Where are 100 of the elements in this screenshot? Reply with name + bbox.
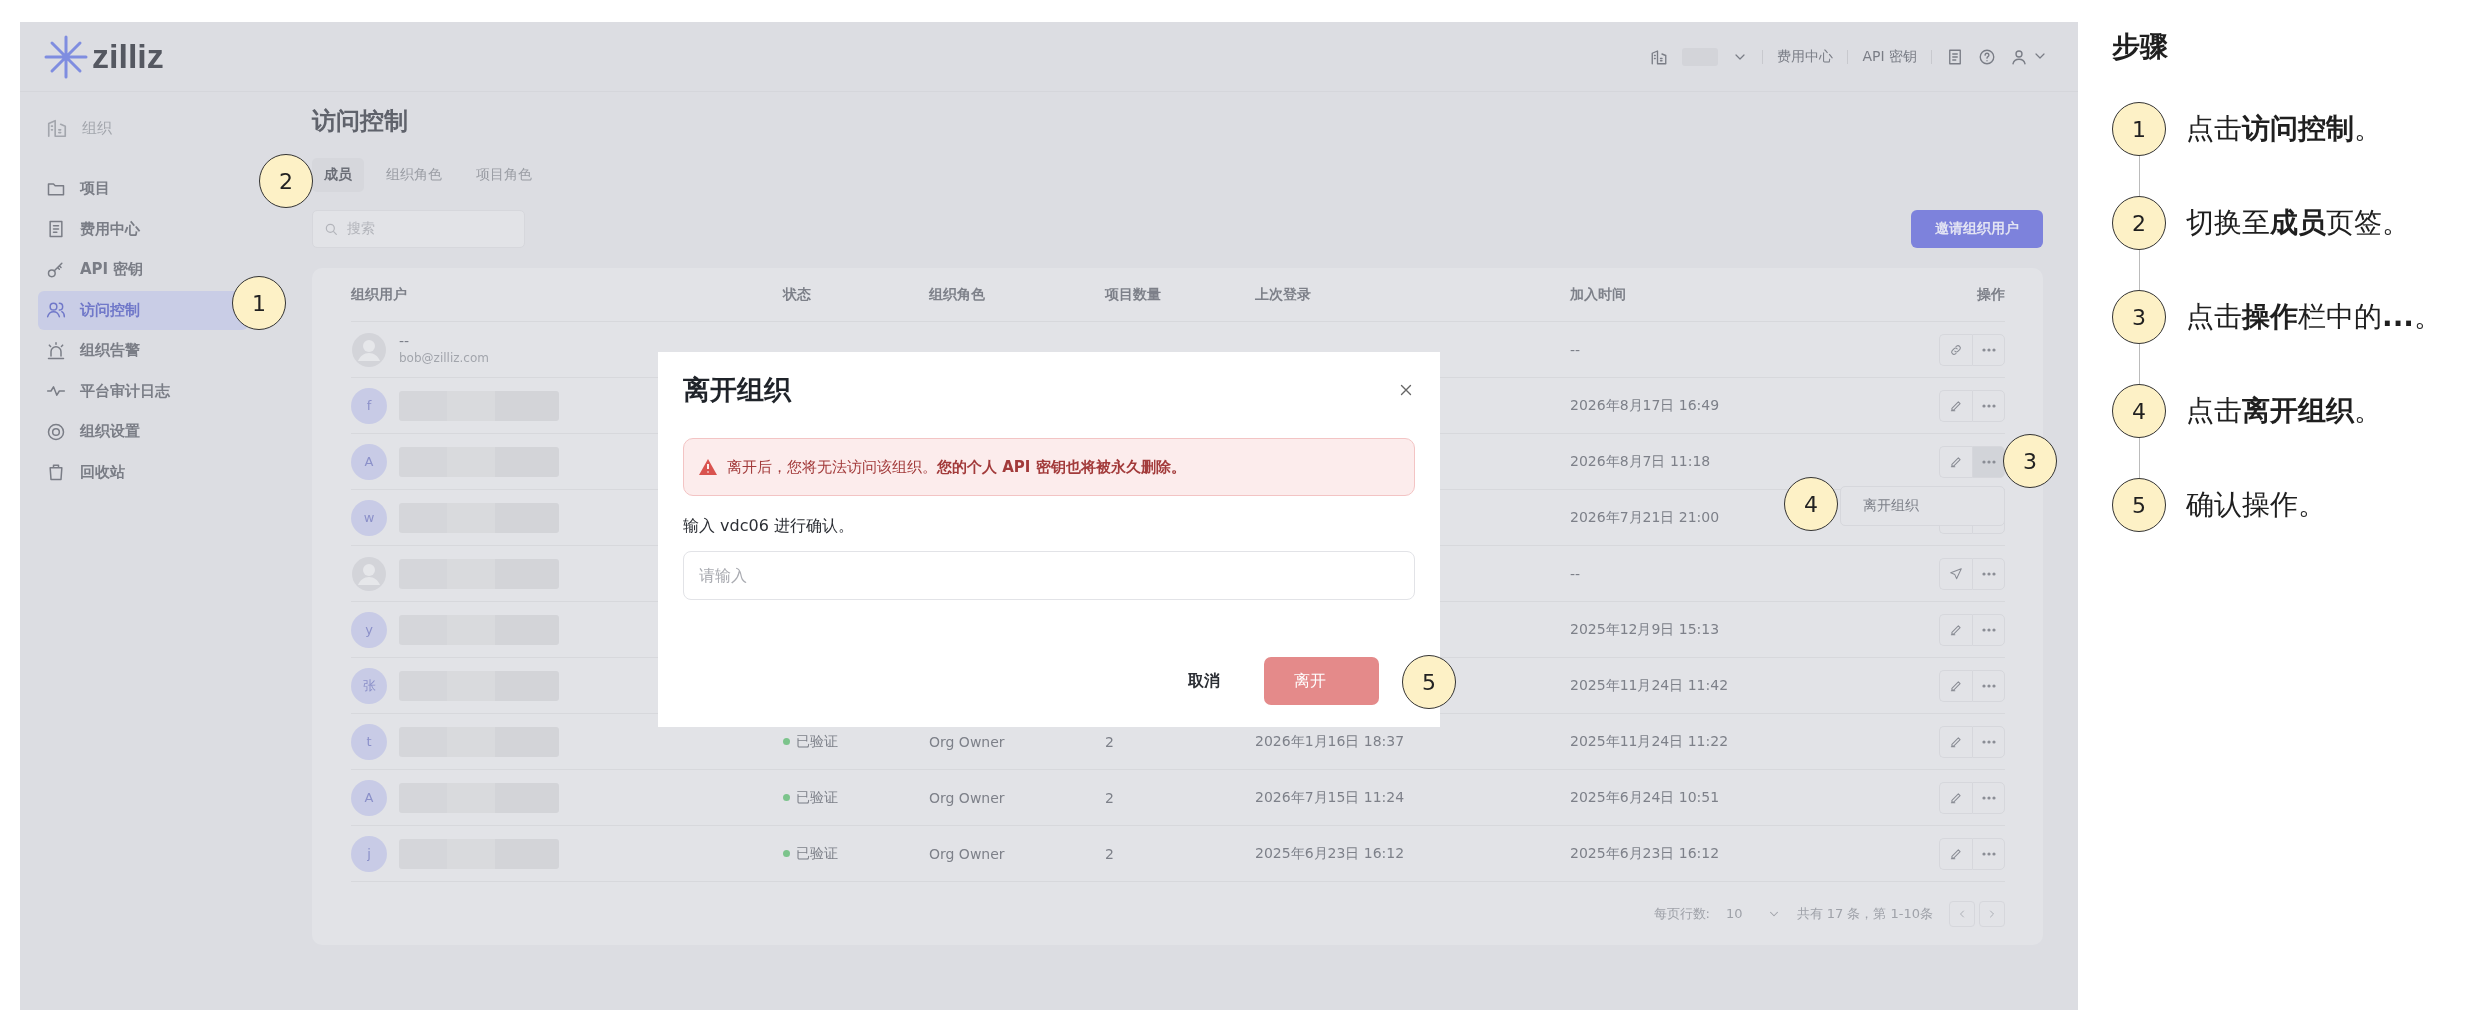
alert-text: 离开后，您将无法访问该组织。您的个人 API 密钥也将被永久删除。 bbox=[727, 457, 1186, 477]
table-cell-text: 2025年12月9日 15:13 bbox=[1570, 620, 1721, 639]
more-button[interactable] bbox=[1972, 333, 2005, 366]
step-number-badge: 5 bbox=[2112, 478, 2166, 532]
pencil-button[interactable] bbox=[1939, 837, 1972, 870]
more-button[interactable] bbox=[1972, 613, 2005, 646]
siren-icon bbox=[46, 340, 66, 361]
status-text: 已验证 bbox=[796, 788, 838, 807]
building-icon bbox=[1650, 47, 1669, 66]
cancel-button[interactable]: 取消 bbox=[1174, 660, 1234, 702]
more-button[interactable] bbox=[1972, 781, 2005, 814]
table-cell-text: 2025年11月24日 11:22 bbox=[1570, 732, 1730, 751]
pencil-button[interactable] bbox=[1939, 725, 1972, 758]
column-header: 组织用户 bbox=[351, 285, 408, 304]
table-cell-text: 2 bbox=[1105, 845, 1115, 862]
table-cell-text: 2026年7月21日 21:00 bbox=[1570, 508, 1721, 527]
document-icon[interactable] bbox=[1946, 47, 1964, 66]
user-email: bob@zilliz.com bbox=[399, 349, 489, 367]
column-header: 加入时间 bbox=[1570, 285, 1627, 304]
step-number-badge: 2 bbox=[2112, 196, 2166, 250]
table-cell-text: -- bbox=[1570, 565, 1582, 582]
more-dots-icon bbox=[1981, 403, 1996, 408]
more-button[interactable] bbox=[1972, 669, 2005, 702]
send-button[interactable] bbox=[1939, 557, 1972, 590]
dialog-title: 离开组织 bbox=[683, 373, 791, 407]
header-link[interactable]: API 密钥 bbox=[1862, 47, 1917, 66]
sidebar-item[interactable]: 费用中心 bbox=[38, 209, 248, 249]
sidebar-item[interactable]: 项目 bbox=[38, 169, 248, 208]
help-icon[interactable] bbox=[1978, 47, 1996, 66]
pencil-icon bbox=[1949, 678, 1963, 693]
warning-icon bbox=[699, 459, 717, 475]
table-cell-text: 2026年8月7日 11:18 bbox=[1570, 452, 1712, 471]
org-label: 组织 bbox=[82, 118, 112, 138]
step-number-badge: 1 bbox=[232, 276, 286, 330]
confirm-input-field[interactable]: 请输入 bbox=[683, 551, 1415, 600]
pencil-button[interactable] bbox=[1939, 669, 1972, 702]
sidebar-item[interactable]: 组织告警 bbox=[38, 331, 248, 370]
sidebar-item[interactable]: 组织设置 bbox=[38, 412, 248, 451]
status-text: 已验证 bbox=[796, 732, 838, 751]
pencil-button[interactable] bbox=[1939, 613, 1972, 646]
table-cell-text: 2026年8月17日 16:49 bbox=[1570, 396, 1721, 415]
more-button[interactable] bbox=[1972, 837, 2005, 870]
link-button[interactable] bbox=[1939, 333, 1972, 366]
pagination-summary: 共有 17 条，第 1-10条 bbox=[1796, 904, 1933, 923]
column-header: 组织角色 bbox=[929, 285, 986, 304]
pencil-icon bbox=[1949, 622, 1963, 637]
step-number-badge: 3 bbox=[2112, 290, 2166, 344]
step-number-badge: 4 bbox=[2112, 384, 2166, 438]
sidebar-item[interactable]: 访问控制 bbox=[38, 290, 248, 330]
more-button[interactable] bbox=[1972, 725, 2005, 758]
pencil-icon bbox=[1949, 398, 1963, 413]
more-dots-icon bbox=[1981, 459, 1996, 464]
step-text: 点击操作栏中的...。 bbox=[2186, 299, 2442, 335]
pencil-button[interactable] bbox=[1939, 781, 1972, 814]
tab[interactable]: 成员 bbox=[312, 158, 364, 192]
step-number-badge: 1 bbox=[2112, 102, 2166, 156]
avatar: w bbox=[351, 499, 387, 536]
table-cell-text: Org Owner bbox=[929, 733, 1006, 750]
avatar: 张 bbox=[351, 667, 387, 704]
invite-button[interactable]: 邀请组织用户 bbox=[1911, 210, 2043, 248]
sidebar-item[interactable]: 平台审计日志 bbox=[38, 371, 248, 411]
more-button[interactable] bbox=[1972, 389, 2005, 422]
step-number-badge: 2 bbox=[259, 154, 313, 208]
pencil-icon bbox=[1949, 846, 1963, 861]
menu-item[interactable]: 离开组织 bbox=[1841, 490, 2004, 521]
more-button[interactable] bbox=[1972, 445, 2005, 478]
building-icon bbox=[46, 117, 68, 139]
pencil-icon bbox=[1949, 734, 1963, 749]
trash-icon bbox=[46, 462, 66, 482]
header-link[interactable]: 费用中心 bbox=[1777, 47, 1834, 66]
avatar: A bbox=[351, 779, 387, 816]
column-header: 项目数量 bbox=[1105, 285, 1162, 304]
more-dots-icon bbox=[1981, 739, 1996, 744]
table-cell-text: 2025年11月24日 11:42 bbox=[1570, 676, 1730, 695]
logo-wordmark[interactable]: zilliz bbox=[92, 37, 164, 76]
steps-title: 步骤 bbox=[2112, 29, 2169, 65]
rows-per-page-value[interactable]: 10 bbox=[1726, 906, 1743, 921]
page-title: 访问控制 bbox=[312, 106, 409, 136]
confirm-prompt: 输入 vdc06 进行确认。 bbox=[683, 516, 855, 537]
previous-page-button[interactable] bbox=[1949, 900, 1975, 927]
more-dots-icon bbox=[1981, 347, 1996, 352]
more-button[interactable] bbox=[1972, 557, 2005, 590]
pencil-button[interactable] bbox=[1939, 389, 1972, 422]
avatar: j bbox=[351, 835, 387, 872]
tab[interactable]: 组织角色 bbox=[374, 158, 454, 192]
more-dots-icon bbox=[1981, 627, 1996, 632]
avatar: y bbox=[351, 611, 387, 648]
table-cell-text: 2025年6月24日 10:51 bbox=[1570, 788, 1721, 807]
pencil-icon bbox=[1949, 790, 1963, 805]
settings-icon bbox=[46, 421, 66, 442]
sidebar-item[interactable]: 回收站 bbox=[38, 452, 248, 492]
status-dot bbox=[783, 850, 790, 857]
tab[interactable]: 项目角色 bbox=[464, 158, 544, 192]
rows-per-page-label: 每页行数: bbox=[1653, 904, 1710, 923]
user-icon[interactable] bbox=[2010, 47, 2028, 66]
document-icon bbox=[46, 219, 66, 239]
next-page-button[interactable] bbox=[1979, 900, 2005, 927]
pencil-button[interactable] bbox=[1939, 445, 1972, 478]
column-header: 操作 bbox=[1976, 285, 2005, 304]
table-cell-text: 2 bbox=[1105, 733, 1115, 750]
